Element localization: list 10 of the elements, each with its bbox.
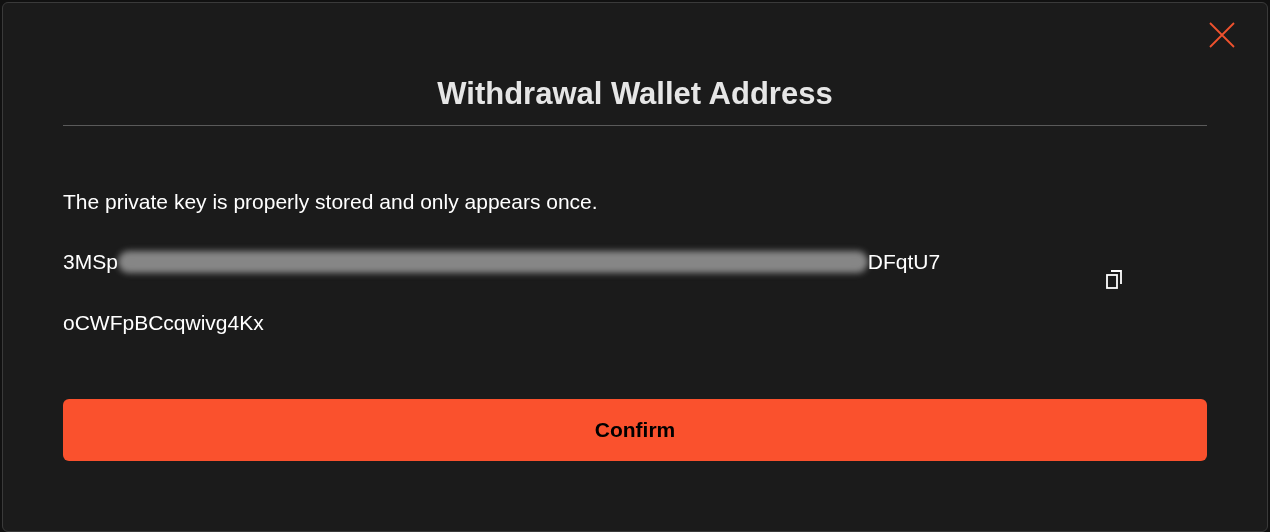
copy-button[interactable] <box>1103 268 1125 292</box>
address-text: 3MSp <box>63 249 118 275</box>
message-text: The private key is properly stored and only appears once. <box>63 189 599 215</box>
dialog-title: Withdrawal Wallet Address <box>436 75 834 113</box>
close-button[interactable] <box>1207 20 1237 50</box>
confirm-button[interactable]: Confirm <box>63 399 1207 461</box>
address-text: DFqtU7 <box>867 249 941 275</box>
address-text: oCWFpBCcqwivg4Kx <box>63 310 265 336</box>
close-icon <box>1209 22 1235 48</box>
copy-icon <box>1105 270 1123 290</box>
